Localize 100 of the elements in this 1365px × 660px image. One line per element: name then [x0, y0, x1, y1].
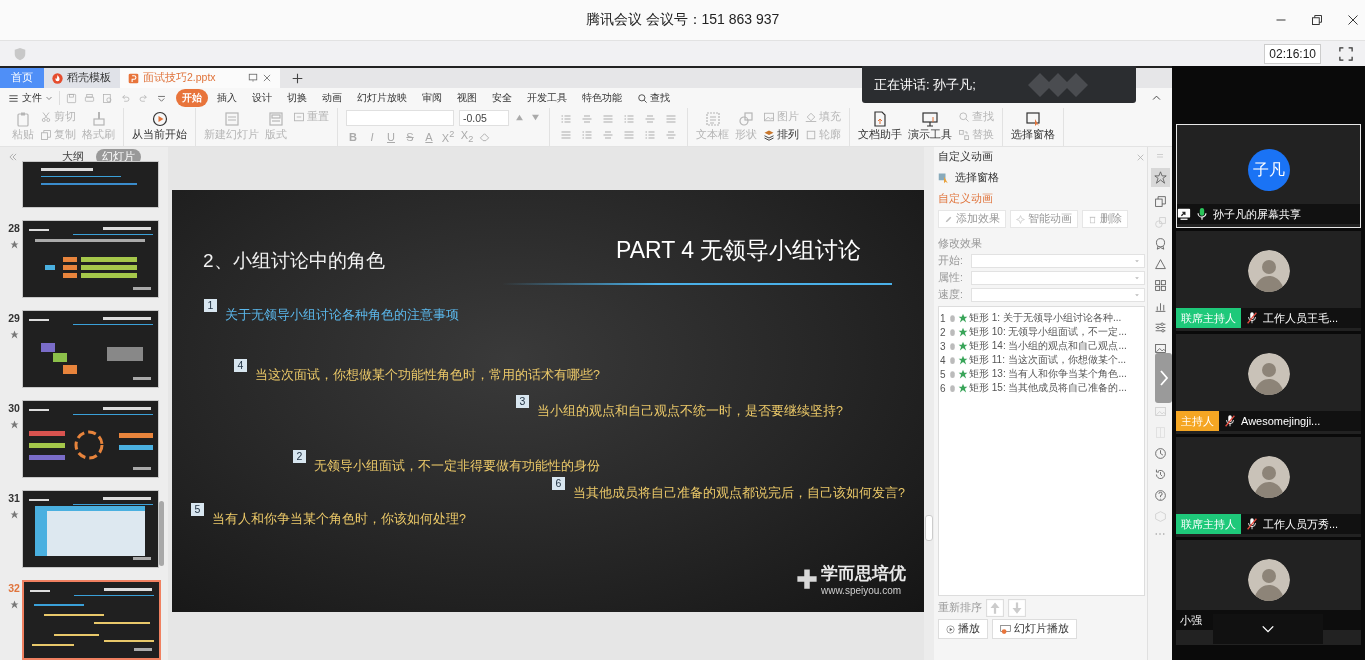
image-icon[interactable] — [1153, 342, 1167, 355]
restore-icon[interactable] — [1311, 14, 1323, 26]
slide-thumbnail[interactable] — [22, 580, 161, 660]
ribbon-tab[interactable]: 安全 — [486, 89, 518, 107]
ribbon-tab[interactable]: 开发工具 — [521, 89, 573, 107]
slide-thumbnail[interactable] — [22, 400, 159, 478]
document-tab[interactable]: 稻壳模板 — [44, 68, 120, 88]
participant-name: 小强 — [1180, 612, 1202, 628]
effect-item[interactable]: 矩形 13: 当有人和你争当某个角色... — [969, 367, 1127, 381]
effect-item[interactable]: 矩形 1: 关于无领导小组讨论各种... — [969, 311, 1122, 325]
star-icon[interactable] — [1150, 168, 1170, 187]
video-tile[interactable]: 主持人 Awesomejingji... — [1176, 334, 1361, 434]
search-button[interactable]: 查找 — [631, 89, 676, 107]
scrollbar-thumb[interactable] — [159, 501, 164, 566]
effect-number: 5 — [940, 368, 947, 380]
video-tile[interactable]: 联席主持人 工作人员万秀... — [1176, 437, 1361, 537]
dropdown-field[interactable] — [971, 254, 1145, 268]
ribbon-tab[interactable]: 审阅 — [416, 89, 448, 107]
effect-item[interactable]: 矩形 14: 当小组的观点和自己观点... — [969, 339, 1127, 353]
undo-icon[interactable] — [120, 92, 131, 104]
add-tab-icon[interactable] — [292, 72, 303, 84]
list-icon[interactable] — [581, 129, 593, 141]
role-badge: 联席主持人 — [1176, 308, 1241, 328]
select-pane-button[interactable]: 选择窗格 — [938, 171, 1145, 185]
center-align-icon[interactable] — [602, 129, 614, 141]
clock-icon[interactable] — [1153, 447, 1167, 460]
slide-thumbnail[interactable] — [22, 310, 159, 388]
scroll-down-button[interactable] — [1213, 614, 1323, 644]
more-icon[interactable] — [1154, 531, 1166, 537]
ribbon-tab[interactable]: 幻灯片放映 — [351, 89, 413, 107]
cube-icon[interactable] — [1153, 510, 1167, 523]
history-icon[interactable] — [1153, 468, 1167, 481]
toolbar-button[interactable]: 文档助手 — [858, 110, 902, 142]
video-tile[interactable]: 子凡 孙子凡的屏幕共享 — [1176, 124, 1361, 228]
file-menu[interactable]: 文件 — [8, 91, 60, 105]
center-align-icon[interactable] — [665, 129, 677, 141]
redo-icon[interactable] — [138, 92, 149, 104]
slide-thumbnail[interactable] — [22, 161, 159, 208]
ribbon-tab[interactable]: 切换 — [281, 89, 313, 107]
video-tile[interactable]: 联席主持人 工作人员王毛... — [1176, 231, 1361, 331]
image-icon — [763, 111, 775, 123]
move-down-icon[interactable] — [1008, 599, 1026, 617]
scrollbar-thumb[interactable] — [925, 515, 933, 541]
effect-item[interactable]: 矩形 15: 当其他成员将自己准备的... — [969, 381, 1127, 395]
panel-tab[interactable]: 大纲 — [56, 149, 90, 165]
grid-icon[interactable] — [1153, 279, 1167, 292]
close-icon[interactable] — [1347, 14, 1359, 26]
save-icon[interactable] — [66, 92, 77, 104]
eraser-icon[interactable] — [479, 131, 490, 142]
list-icon[interactable] — [560, 113, 572, 125]
font-size-field[interactable]: -0.05 — [459, 109, 509, 126]
dropdown-field[interactable] — [971, 271, 1145, 285]
play-button[interactable]: 幻灯片播放 — [992, 619, 1077, 639]
ribbon-tab[interactable]: 插入 — [211, 89, 243, 107]
shield-icon[interactable] — [13, 46, 27, 61]
help-icon[interactable] — [1153, 489, 1167, 502]
sliders-icon[interactable] — [1153, 321, 1167, 334]
move-up-icon[interactable] — [986, 599, 1004, 617]
collapse-icon[interactable] — [8, 152, 18, 162]
monitor-icon[interactable] — [248, 73, 258, 83]
align-icon[interactable] — [602, 113, 614, 125]
expand-handle[interactable] — [1155, 353, 1172, 403]
bar-chart-icon[interactable] — [1153, 300, 1167, 313]
ribbon-tab[interactable]: 动画 — [316, 89, 348, 107]
effect-item[interactable]: 矩形 10: 无领导小组面试，不一定... — [969, 325, 1127, 339]
print-icon[interactable] — [84, 92, 95, 104]
center-align-icon[interactable] — [581, 113, 593, 125]
toolbar-button[interactable]: 选择窗格 — [1011, 110, 1055, 142]
dropdown-field[interactable] — [971, 288, 1145, 302]
slide-thumbnail[interactable] — [22, 220, 159, 298]
ribbon-tab[interactable]: 特色功能 — [576, 89, 628, 107]
fill-bucket-icon — [805, 111, 817, 123]
slide-thumbnail[interactable] — [22, 490, 159, 568]
star-icon — [9, 600, 19, 609]
toolbar-button[interactable]: 排列 — [763, 128, 799, 142]
slide-heading: 2、小组讨论中的角色 — [203, 249, 385, 273]
preview-icon[interactable] — [102, 92, 113, 104]
toolbar-button[interactable]: 演示工具 — [908, 110, 952, 142]
triangle-icon[interactable] — [1153, 258, 1167, 271]
ribbon-tab[interactable]: 视图 — [451, 89, 483, 107]
align-icon[interactable] — [560, 129, 572, 141]
font-field[interactable] — [346, 109, 454, 126]
copy-icon[interactable] — [1153, 195, 1167, 208]
shapes-icon[interactable] — [1153, 216, 1167, 229]
slide-title: PART 4 无领导小组讨论 — [616, 236, 862, 265]
fullscreen-icon[interactable] — [1339, 46, 1353, 61]
list-icon[interactable] — [623, 113, 635, 125]
slide-number: 28 — [8, 222, 20, 234]
center-align-icon[interactable] — [644, 113, 656, 125]
badge-icon[interactable] — [1153, 237, 1167, 250]
list-icon[interactable] — [644, 129, 656, 141]
align-icon[interactable] — [623, 129, 635, 141]
effects-list[interactable]: 1 矩形 1: 关于无领导小组讨论各种... 2 矩形 10: 无领导小组面试，不一定... 3 矩形 14: 当小组的观点和自己观点... 4 矩形 11: 当这次面试，你想做某个... 5 矩形 13: 当有人和你争当某个角色... 6 矩形 15: 当其他成员将自己准备的... — [938, 306, 1145, 596]
slide-number: 30 — [8, 402, 20, 414]
effect-item[interactable]: 矩形 11: 当这次面试，你想做某个... — [969, 353, 1127, 367]
align-icon[interactable] — [665, 113, 677, 125]
ribbon-tab[interactable]: 设计 — [246, 89, 278, 107]
toolbar-button[interactable]: 从当前开始 — [132, 110, 187, 142]
section-title: 自定义动画 — [938, 192, 994, 206]
play-button[interactable]: 播放 — [938, 619, 988, 639]
